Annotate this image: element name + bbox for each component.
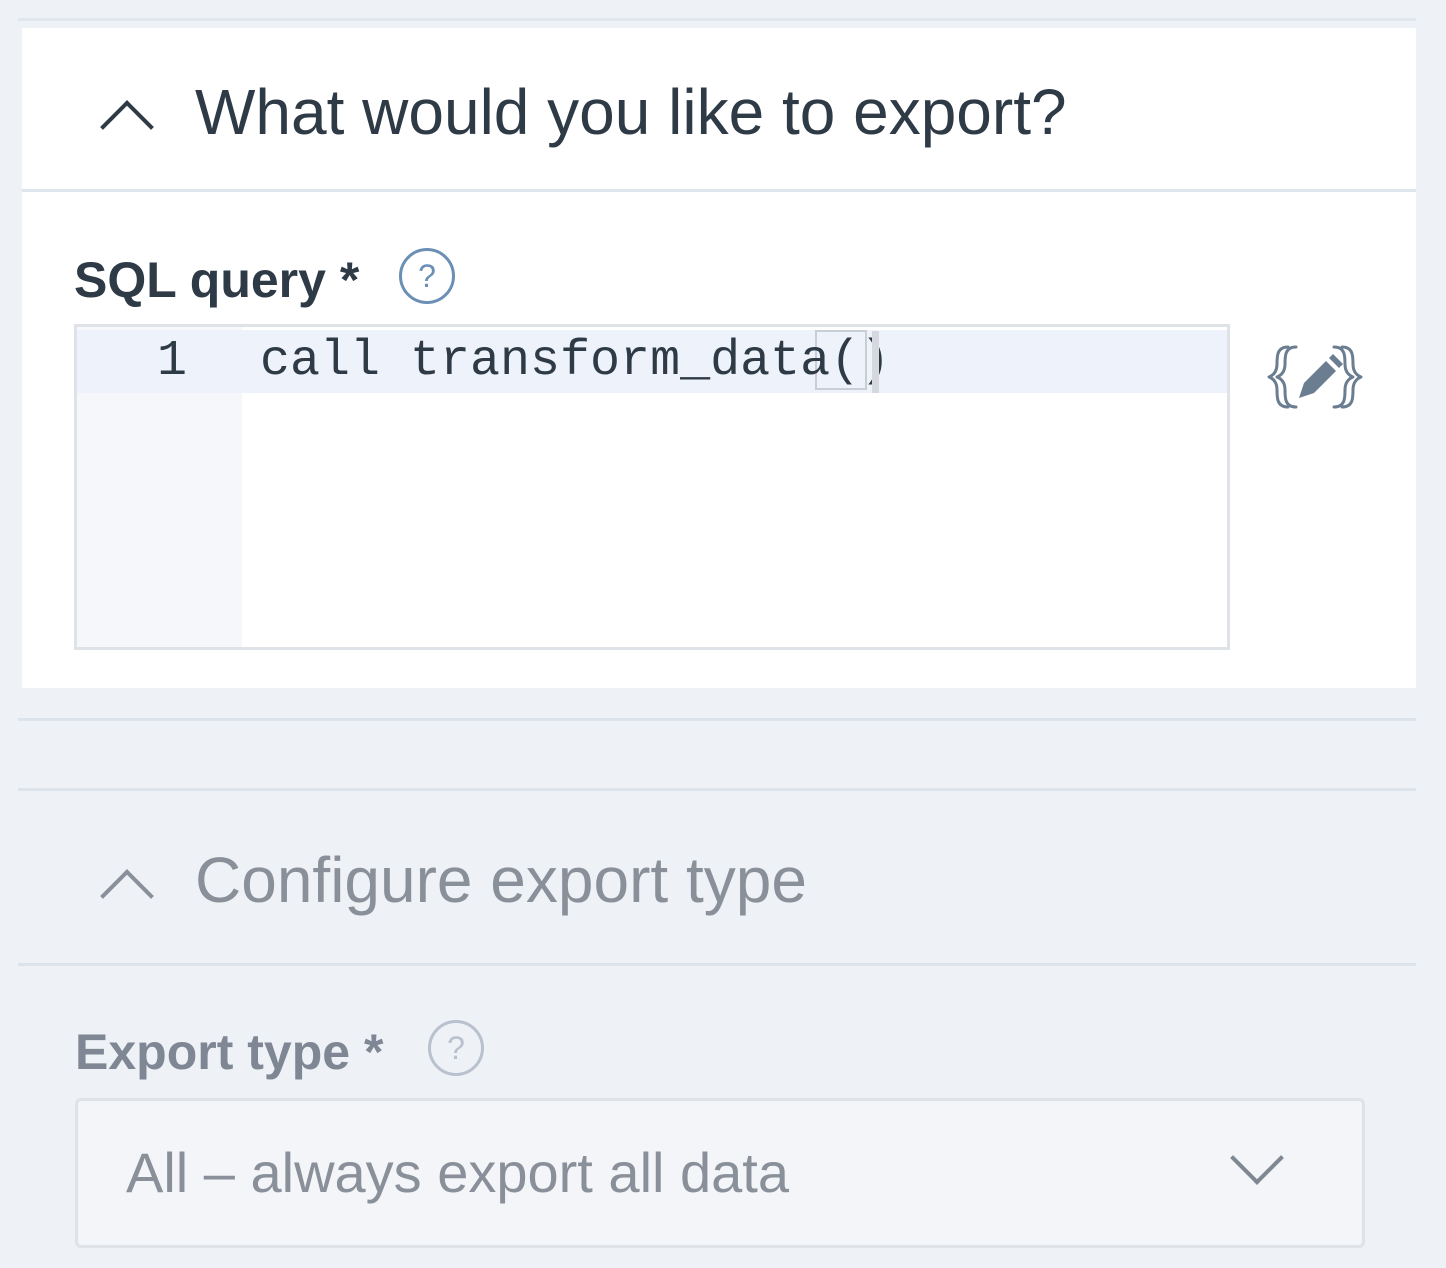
- configure-section-header[interactable]: Configure export type: [18, 791, 1416, 963]
- configure-header-bottom-divider: [18, 963, 1416, 966]
- question-circle-icon[interactable]: ?: [399, 248, 455, 304]
- line-number: 1: [156, 333, 187, 390]
- section-divider-top: [18, 718, 1416, 721]
- question-circle-icon[interactable]: ?: [428, 1020, 484, 1076]
- export-section-title: What would you like to export?: [195, 76, 1067, 148]
- configure-section-title: Configure export type: [195, 844, 807, 916]
- editor-cursor: [872, 331, 879, 393]
- sql-code-line[interactable]: call transform_data(): [260, 332, 890, 392]
- chevron-up-icon[interactable]: [100, 100, 154, 154]
- export-type-label: Export type *: [75, 1024, 384, 1080]
- top-strip: [18, 0, 1416, 21]
- sql-query-editor[interactable]: 1 call transform_data(): [74, 324, 1230, 650]
- export-section-header[interactable]: What would you like to export?: [22, 28, 1416, 192]
- chevron-up-icon[interactable]: [100, 869, 154, 923]
- json-edit-icon[interactable]: [1265, 340, 1365, 414]
- export-section-panel: What would you like to export? SQL query…: [22, 28, 1416, 688]
- export-type-selected-value: All – always export all data: [126, 1141, 790, 1204]
- chevron-down-icon[interactable]: [1230, 1131, 1284, 1185]
- export-type-select[interactable]: All – always export all data: [75, 1098, 1365, 1248]
- sql-query-label: SQL query *: [74, 252, 360, 308]
- configure-export-section: Configure export type Export type * ? Al…: [18, 718, 1416, 1268]
